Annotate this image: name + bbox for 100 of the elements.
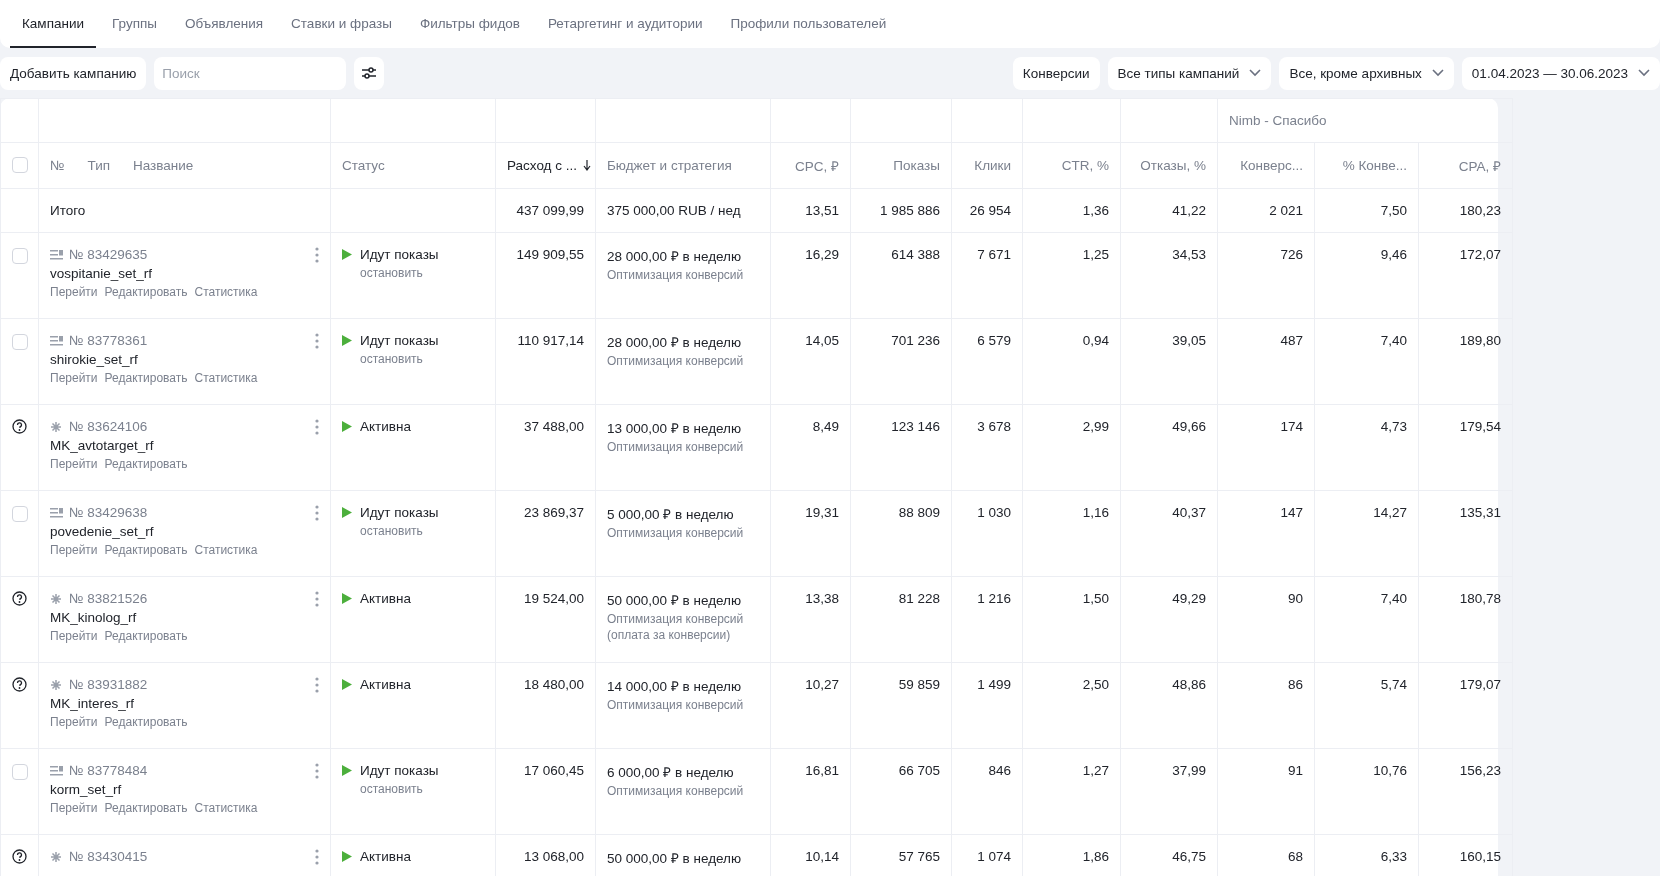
select-all-checkbox[interactable] bbox=[12, 156, 28, 173]
help-icon[interactable] bbox=[12, 591, 27, 606]
column-header[interactable]: CPC, ₽ bbox=[795, 158, 839, 174]
search-field[interactable]: Поиск bbox=[154, 56, 347, 90]
help-icon[interactable] bbox=[12, 849, 27, 864]
help-icon[interactable] bbox=[12, 677, 27, 692]
table-cell: 1 074 bbox=[977, 849, 1011, 864]
conversions-button[interactable]: Конверсии bbox=[1012, 56, 1100, 90]
table-cell: 40,37 bbox=[1172, 505, 1206, 520]
stop-link[interactable]: остановить bbox=[360, 352, 484, 366]
stop-link[interactable]: остановить bbox=[360, 266, 484, 280]
campaign-link[interactable]: Перейти bbox=[50, 715, 98, 729]
table-cell: 48,86 bbox=[1172, 677, 1206, 692]
status-text: Идут показы bbox=[360, 247, 439, 262]
table-cell: 156,23 bbox=[1459, 763, 1501, 778]
table-cell: 135,31 bbox=[1459, 505, 1501, 520]
filter-settings-button[interactable] bbox=[354, 56, 385, 90]
dropdown[interactable]: Все, кроме архивных bbox=[1279, 56, 1454, 90]
stop-link[interactable]: остановить bbox=[360, 524, 484, 538]
column-header: № bbox=[50, 158, 65, 173]
column-header[interactable]: CTR, % bbox=[1061, 158, 1109, 173]
campaign-link[interactable]: Редактировать bbox=[104, 543, 188, 557]
campaign-link[interactable]: Перейти bbox=[50, 285, 98, 299]
column-header[interactable]: % Конве... bbox=[1342, 158, 1407, 173]
table-cell: 123 146 bbox=[891, 419, 940, 434]
table-cell: 13 068,00 bbox=[523, 849, 584, 864]
table-cell: 37 488,00 bbox=[523, 419, 584, 434]
table-cell: 81 228 bbox=[898, 591, 940, 606]
total-label: Итого bbox=[50, 203, 86, 218]
more-icon[interactable] bbox=[315, 591, 319, 607]
table-cell: 1 030 bbox=[977, 505, 1011, 520]
stop-link[interactable]: остановить bbox=[360, 782, 484, 796]
column-header[interactable]: Показы bbox=[893, 158, 940, 173]
table-cell: 179,07 bbox=[1459, 677, 1501, 692]
row-checkbox[interactable] bbox=[12, 248, 28, 264]
list-icon bbox=[50, 507, 63, 518]
table-cell: 0,94 bbox=[1082, 333, 1109, 348]
more-icon[interactable] bbox=[315, 505, 319, 521]
more-icon[interactable] bbox=[315, 333, 319, 349]
table-cell: 1,50 bbox=[1082, 591, 1109, 606]
tab[interactable]: Фильтры фидов bbox=[407, 0, 532, 48]
tab[interactable]: Ставки и фразы bbox=[279, 0, 404, 48]
table-cell: 1,27 bbox=[1082, 763, 1109, 778]
table-cell: 1 499 bbox=[977, 677, 1011, 692]
help-icon[interactable] bbox=[12, 419, 27, 434]
campaign-link[interactable]: Статистика bbox=[194, 371, 258, 385]
sliders-icon bbox=[361, 66, 378, 80]
tab[interactable]: Профили пользователей bbox=[718, 0, 899, 48]
column-header[interactable]: Статус bbox=[342, 158, 385, 173]
row-checkbox[interactable] bbox=[12, 334, 28, 350]
table-cell: 14,27 bbox=[1373, 505, 1407, 520]
sparkle-icon bbox=[50, 850, 63, 863]
campaign-link[interactable]: Редактировать bbox=[104, 801, 188, 815]
campaign-name: MK_interes_rf bbox=[50, 696, 135, 711]
campaign-link[interactable]: Редактировать bbox=[104, 629, 188, 643]
campaign-link[interactable]: Перейти bbox=[50, 629, 98, 643]
add-campaign-button[interactable]: Добавить кампанию bbox=[0, 56, 147, 90]
campaign-name: MK_avtotarget_rf bbox=[50, 438, 154, 453]
strategy-text: Оптимизация конверсий bbox=[607, 268, 744, 282]
more-icon[interactable] bbox=[315, 677, 319, 693]
strategy-text: Оптимизация конверсий bbox=[607, 784, 744, 798]
dropdown[interactable]: 01.04.2023 — 30.06.2023 bbox=[1461, 56, 1660, 90]
dropdown[interactable]: Все типы кампаний bbox=[1107, 56, 1272, 90]
sparkle-icon bbox=[50, 592, 63, 605]
tab[interactable]: Объявления bbox=[173, 0, 276, 48]
column-header[interactable]: Клики bbox=[974, 158, 1011, 173]
campaign-link[interactable]: Перейти bbox=[50, 801, 98, 815]
campaign-number: № 83429638 bbox=[69, 505, 148, 520]
budget-text: 6 000,00 ₽ в неделю bbox=[607, 765, 734, 780]
table-cell: 16,81 bbox=[805, 763, 839, 778]
tab[interactable]: Группы bbox=[100, 0, 169, 48]
column-header[interactable]: CPA, ₽ bbox=[1458, 158, 1501, 174]
table-cell: 14,05 bbox=[805, 333, 839, 348]
more-icon[interactable] bbox=[315, 763, 319, 779]
more-icon[interactable] bbox=[315, 419, 319, 435]
campaign-link[interactable]: Редактировать bbox=[104, 285, 188, 299]
campaign-link[interactable]: Статистика bbox=[194, 285, 258, 299]
tab[interactable]: Кампании bbox=[10, 0, 96, 48]
campaign-link[interactable]: Редактировать bbox=[104, 715, 188, 729]
campaign-link[interactable]: Перейти bbox=[50, 371, 98, 385]
play-icon bbox=[342, 421, 352, 432]
campaign-link[interactable]: Статистика bbox=[194, 543, 258, 557]
table-cell: 6,33 bbox=[1380, 849, 1407, 864]
campaign-link[interactable]: Редактировать bbox=[104, 457, 188, 471]
campaign-number: № 83624106 bbox=[69, 419, 148, 434]
campaign-link[interactable]: Перейти bbox=[50, 543, 98, 557]
campaign-link[interactable]: Перейти bbox=[50, 457, 98, 471]
table-cell: 49,29 bbox=[1172, 591, 1206, 606]
table-cell: 1,16 bbox=[1082, 505, 1109, 520]
table-cell: 19 524,00 bbox=[523, 591, 584, 606]
campaign-link[interactable]: Редактировать bbox=[104, 371, 188, 385]
more-icon[interactable] bbox=[315, 849, 319, 865]
table-cell: 1 216 bbox=[977, 591, 1011, 606]
table-cell: 10,76 bbox=[1373, 763, 1407, 778]
row-checkbox[interactable] bbox=[12, 506, 28, 522]
row-checkbox[interactable] bbox=[12, 764, 28, 780]
campaign-name: shirokie_set_rf bbox=[50, 352, 138, 367]
campaign-link[interactable]: Статистика bbox=[194, 801, 258, 815]
tab[interactable]: Ретаргетинг и аудитории bbox=[535, 0, 715, 48]
more-icon[interactable] bbox=[315, 247, 319, 263]
